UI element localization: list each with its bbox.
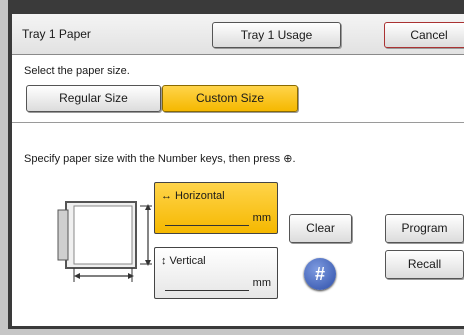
vertical-size-field[interactable]: ↕ Vertical mm — [154, 247, 278, 299]
section-divider — [12, 122, 464, 123]
horizontal-size-field[interactable]: ↔ Horizontal mm — [154, 182, 278, 234]
horizontal-label: ↔ Horizontal — [161, 190, 225, 202]
horizontal-value — [165, 211, 249, 226]
instructions-text: Specify paper size with the Number keys,… — [24, 153, 296, 165]
cancel-button[interactable]: Cancel — [384, 22, 464, 48]
page-title: Tray 1 Paper — [22, 27, 91, 41]
tray-usage-button[interactable]: Tray 1 Usage — [212, 22, 341, 48]
clear-button[interactable]: Clear — [289, 214, 352, 243]
hash-key-icon[interactable]: # — [304, 258, 336, 290]
custom-size-button[interactable]: Custom Size — [162, 85, 298, 112]
regular-size-button[interactable]: Regular Size — [26, 85, 161, 112]
tray-paper-panel: Tray 1 Paper Tray 1 Usage Cancel Select … — [12, 14, 464, 326]
recall-button[interactable]: Recall — [385, 250, 464, 279]
vertical-unit: mm — [252, 277, 271, 289]
vertical-label: ↕ Vertical — [161, 255, 206, 267]
program-button[interactable]: Program — [385, 214, 464, 243]
horizontal-unit: mm — [252, 212, 271, 224]
paper-size-prompt: Select the paper size. — [24, 65, 130, 77]
vertical-value — [165, 276, 249, 291]
paper-dimensions-diagram-icon — [57, 201, 152, 282]
title-bar: Tray 1 Paper Tray 1 Usage Cancel — [12, 14, 464, 55]
